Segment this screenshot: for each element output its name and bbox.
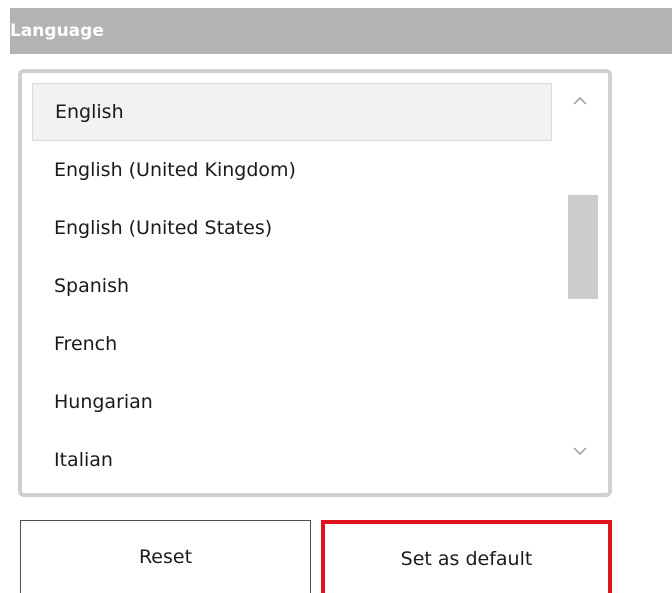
language-list-viewport: English English (United Kingdom) English… bbox=[32, 83, 552, 469]
reset-button-label: Reset bbox=[138, 546, 193, 568]
scroll-track[interactable] bbox=[562, 119, 598, 433]
scroll-up-button[interactable] bbox=[562, 83, 598, 119]
language-list-item[interactable]: Hungarian bbox=[32, 373, 552, 431]
section-title: Language bbox=[10, 21, 104, 41]
set-as-default-button-label: Set as default bbox=[400, 547, 533, 570]
language-section-header: Language bbox=[10, 8, 672, 54]
chevron-down-icon bbox=[573, 447, 587, 456]
set-as-default-button[interactable]: Set as default bbox=[321, 520, 612, 593]
vertical-scrollbar[interactable] bbox=[562, 83, 598, 469]
language-list-item[interactable]: Spanish bbox=[32, 257, 552, 315]
language-listbox[interactable]: English English (United Kingdom) English… bbox=[18, 69, 612, 497]
scroll-thumb[interactable] bbox=[568, 195, 598, 299]
language-list-item[interactable]: English (United Kingdom) bbox=[32, 141, 552, 199]
language-list-item[interactable]: English bbox=[32, 83, 552, 141]
scroll-down-button[interactable] bbox=[562, 433, 598, 469]
language-list-item[interactable]: English (United States) bbox=[32, 199, 552, 257]
reset-button[interactable]: Reset bbox=[20, 520, 311, 593]
chevron-up-icon bbox=[573, 96, 587, 105]
language-list-item[interactable]: Italian bbox=[32, 431, 552, 469]
language-list-item[interactable]: French bbox=[32, 315, 552, 373]
